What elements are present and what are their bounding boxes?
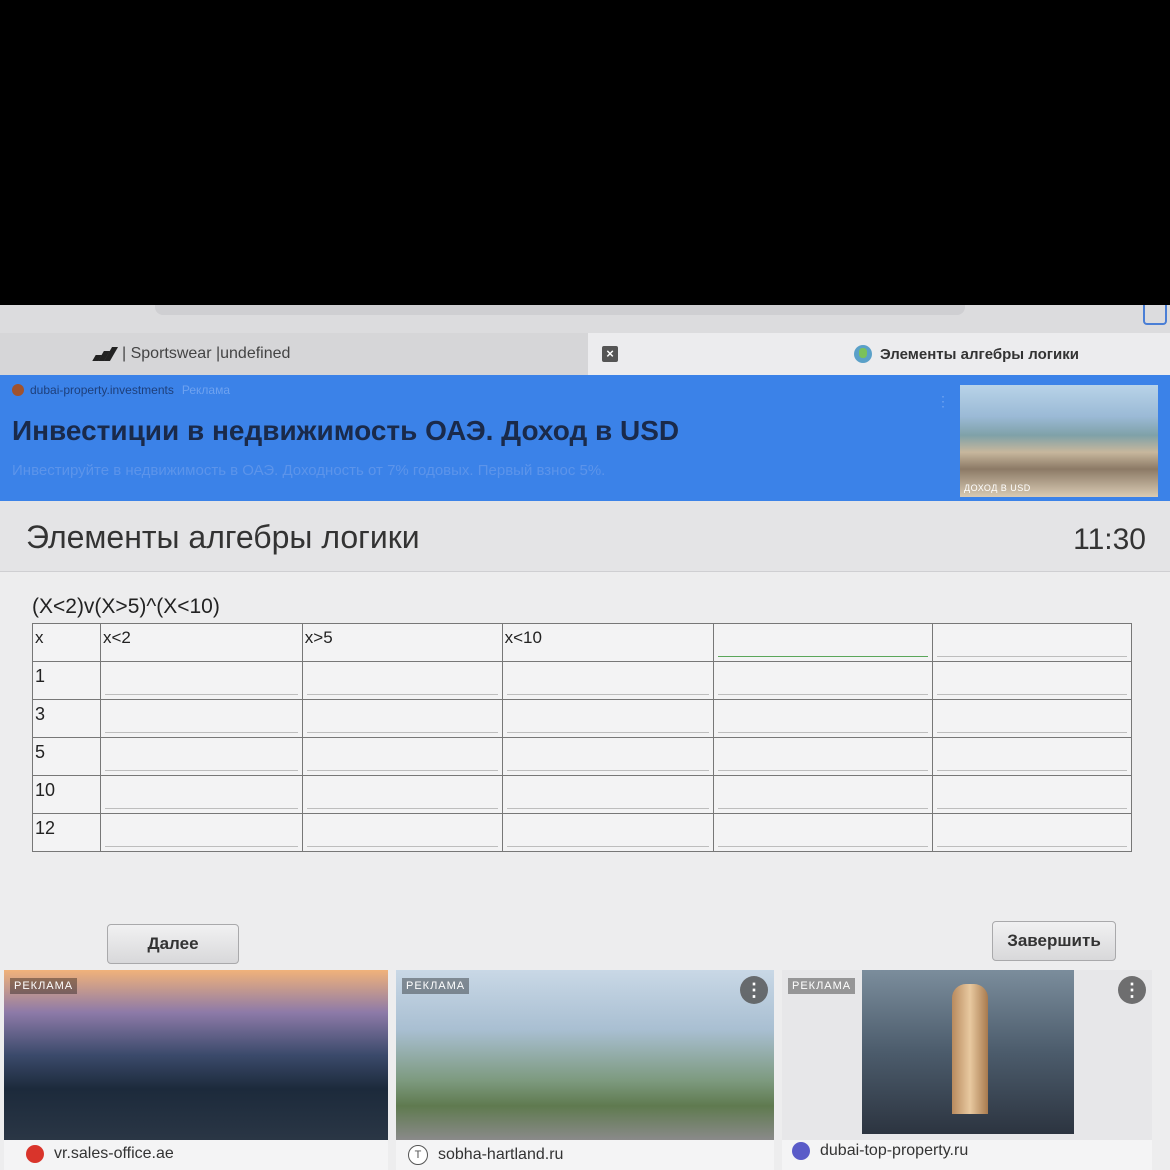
answer-cell[interactable] xyxy=(932,775,1132,814)
logic-formula: (X<2)v(X>5)^(X<10) xyxy=(32,595,220,618)
column-header-input[interactable] xyxy=(713,623,934,662)
advertiser-favicon-icon xyxy=(792,1142,810,1160)
column-header: x<10 xyxy=(501,623,715,662)
close-tab-icon[interactable]: × xyxy=(602,346,618,362)
answer-cell[interactable] xyxy=(301,775,503,814)
table-row: 3 xyxy=(32,699,1132,738)
ad-card-sobha[interactable]: РЕКЛАМА ⋮ T sobha-hartland.ru xyxy=(396,970,774,1170)
answer-cell[interactable] xyxy=(932,737,1132,776)
answer-cell[interactable] xyxy=(713,699,934,738)
top-ad-banner[interactable]: dubai-property.investments Реклама Инвес… xyxy=(0,375,1170,501)
answer-cell[interactable] xyxy=(501,813,715,852)
tower-image xyxy=(952,984,988,1114)
quiz-header: Элементы алгебры логики 11:30 xyxy=(0,501,1170,572)
tab-logic-algebra[interactable]: × Элементы алгебры логики xyxy=(588,333,1170,375)
ad-card-image[interactable] xyxy=(4,970,388,1140)
advertiser-favicon-icon xyxy=(12,384,24,396)
ad-card-domain: dubai-top-property.ru xyxy=(820,1142,969,1159)
ad-image-caption: ДОХОД В USD xyxy=(964,483,1031,493)
table-header-row: x x<2 x>5 x<10 xyxy=(32,623,1132,662)
table-row: 10 xyxy=(32,775,1132,814)
truth-table: x x<2 x>5 x<10 1 3 5 10 12 xyxy=(32,623,1132,852)
answer-cell[interactable] xyxy=(99,775,303,814)
ad-source: dubai-property.investments Реклама xyxy=(12,383,230,397)
answer-cell[interactable] xyxy=(301,661,503,700)
advertiser-favicon-icon: T xyxy=(408,1145,428,1165)
next-button[interactable]: Далее xyxy=(107,924,239,964)
browser-toolbar xyxy=(0,305,1170,333)
tab-bar: | Sportswear |undefined × Элементы алгеб… xyxy=(0,333,1170,375)
x-value: 10 xyxy=(32,775,101,814)
ad-card-menu-icon[interactable]: ⋮ xyxy=(1118,976,1146,1004)
ad-card-menu-icon[interactable]: ⋮ xyxy=(740,976,768,1004)
answer-cell[interactable] xyxy=(713,661,934,700)
answer-cell[interactable] xyxy=(932,813,1132,852)
ad-card-domain: sobha-hartland.ru xyxy=(438,1146,564,1163)
answer-cell[interactable] xyxy=(301,813,503,852)
answer-cell[interactable] xyxy=(99,737,303,776)
adidas-logo-icon xyxy=(92,347,119,361)
answer-cell[interactable] xyxy=(932,661,1132,700)
ad-card-image[interactable] xyxy=(396,970,774,1140)
ad-menu-icon[interactable]: ⋮ xyxy=(936,393,950,410)
x-value: 12 xyxy=(32,813,101,852)
ad-card-footer[interactable]: dubai-top-property.ru xyxy=(792,1142,968,1160)
answer-cell[interactable] xyxy=(99,699,303,738)
x-value: 5 xyxy=(32,737,101,776)
answer-cell[interactable] xyxy=(713,775,934,814)
ad-subtitle: Инвестируйте в недвижимость в ОАЭ. Доход… xyxy=(12,462,606,479)
ad-card-label: РЕКЛАМА xyxy=(10,978,78,994)
answer-cell[interactable] xyxy=(501,737,715,776)
ad-label: Реклама xyxy=(181,383,230,397)
ad-card-footer[interactable]: T sobha-hartland.ru xyxy=(408,1145,563,1165)
answer-cell[interactable] xyxy=(932,699,1132,738)
column-header: x xyxy=(32,623,101,662)
tab-label: Элементы алгебры логики xyxy=(880,345,1079,363)
browser-screen: | Sportswear |undefined × Элементы алгеб… xyxy=(0,305,1170,1170)
tab-sportswear[interactable]: | Sportswear |undefined xyxy=(0,333,588,375)
ad-card-domain: vr.sales-office.ae xyxy=(54,1145,174,1162)
answer-cell[interactable] xyxy=(713,737,934,776)
quiz-timer: 11:30 xyxy=(1073,523,1146,556)
finish-button[interactable]: Завершить xyxy=(992,921,1116,961)
table-row: 12 xyxy=(32,813,1132,852)
column-header: x<2 xyxy=(99,623,303,662)
advertiser-favicon-icon xyxy=(26,1145,44,1163)
table-row: 1 xyxy=(32,661,1132,700)
page-title: Элементы алгебры логики xyxy=(26,519,420,555)
answer-cell[interactable] xyxy=(301,737,503,776)
answer-cell[interactable] xyxy=(501,699,715,738)
quiz-panel: Элементы алгебры логики 11:30 (X<2)v(X>5… xyxy=(0,501,1170,1170)
ad-card-label: РЕКЛАМА xyxy=(788,978,856,994)
tower-scene-image xyxy=(862,970,1074,1134)
answer-cell[interactable] xyxy=(99,813,303,852)
column-header-input[interactable] xyxy=(932,623,1132,662)
ad-image[interactable]: ДОХОД В USD xyxy=(960,385,1158,497)
table-row: 5 xyxy=(32,737,1132,776)
answer-cell[interactable] xyxy=(501,775,715,814)
x-value: 3 xyxy=(32,699,101,738)
tab-label: | Sportswear |undefined xyxy=(122,345,291,362)
ad-title[interactable]: Инвестиции в недвижимость ОАЭ. Доход в U… xyxy=(12,415,679,447)
x-value: 1 xyxy=(32,661,101,700)
ad-card-dubai-tower[interactable]: РЕКЛАМА ⋮ dubai-top-property.ru xyxy=(782,970,1152,1170)
ad-card-image[interactable] xyxy=(782,970,1152,1140)
answer-cell[interactable] xyxy=(501,661,715,700)
site-favicon-icon xyxy=(854,345,872,363)
ad-card-footer[interactable]: vr.sales-office.ae xyxy=(26,1145,174,1163)
ad-card-label: РЕКЛАМА xyxy=(402,978,470,994)
ad-card-marina[interactable]: РЕКЛАМА vr.sales-office.ae xyxy=(4,970,388,1170)
share-icon[interactable] xyxy=(1143,305,1167,325)
answer-cell[interactable] xyxy=(713,813,934,852)
answer-cell[interactable] xyxy=(301,699,503,738)
column-header: x>5 xyxy=(301,623,503,662)
address-bar[interactable] xyxy=(155,305,965,315)
answer-cell[interactable] xyxy=(99,661,303,700)
